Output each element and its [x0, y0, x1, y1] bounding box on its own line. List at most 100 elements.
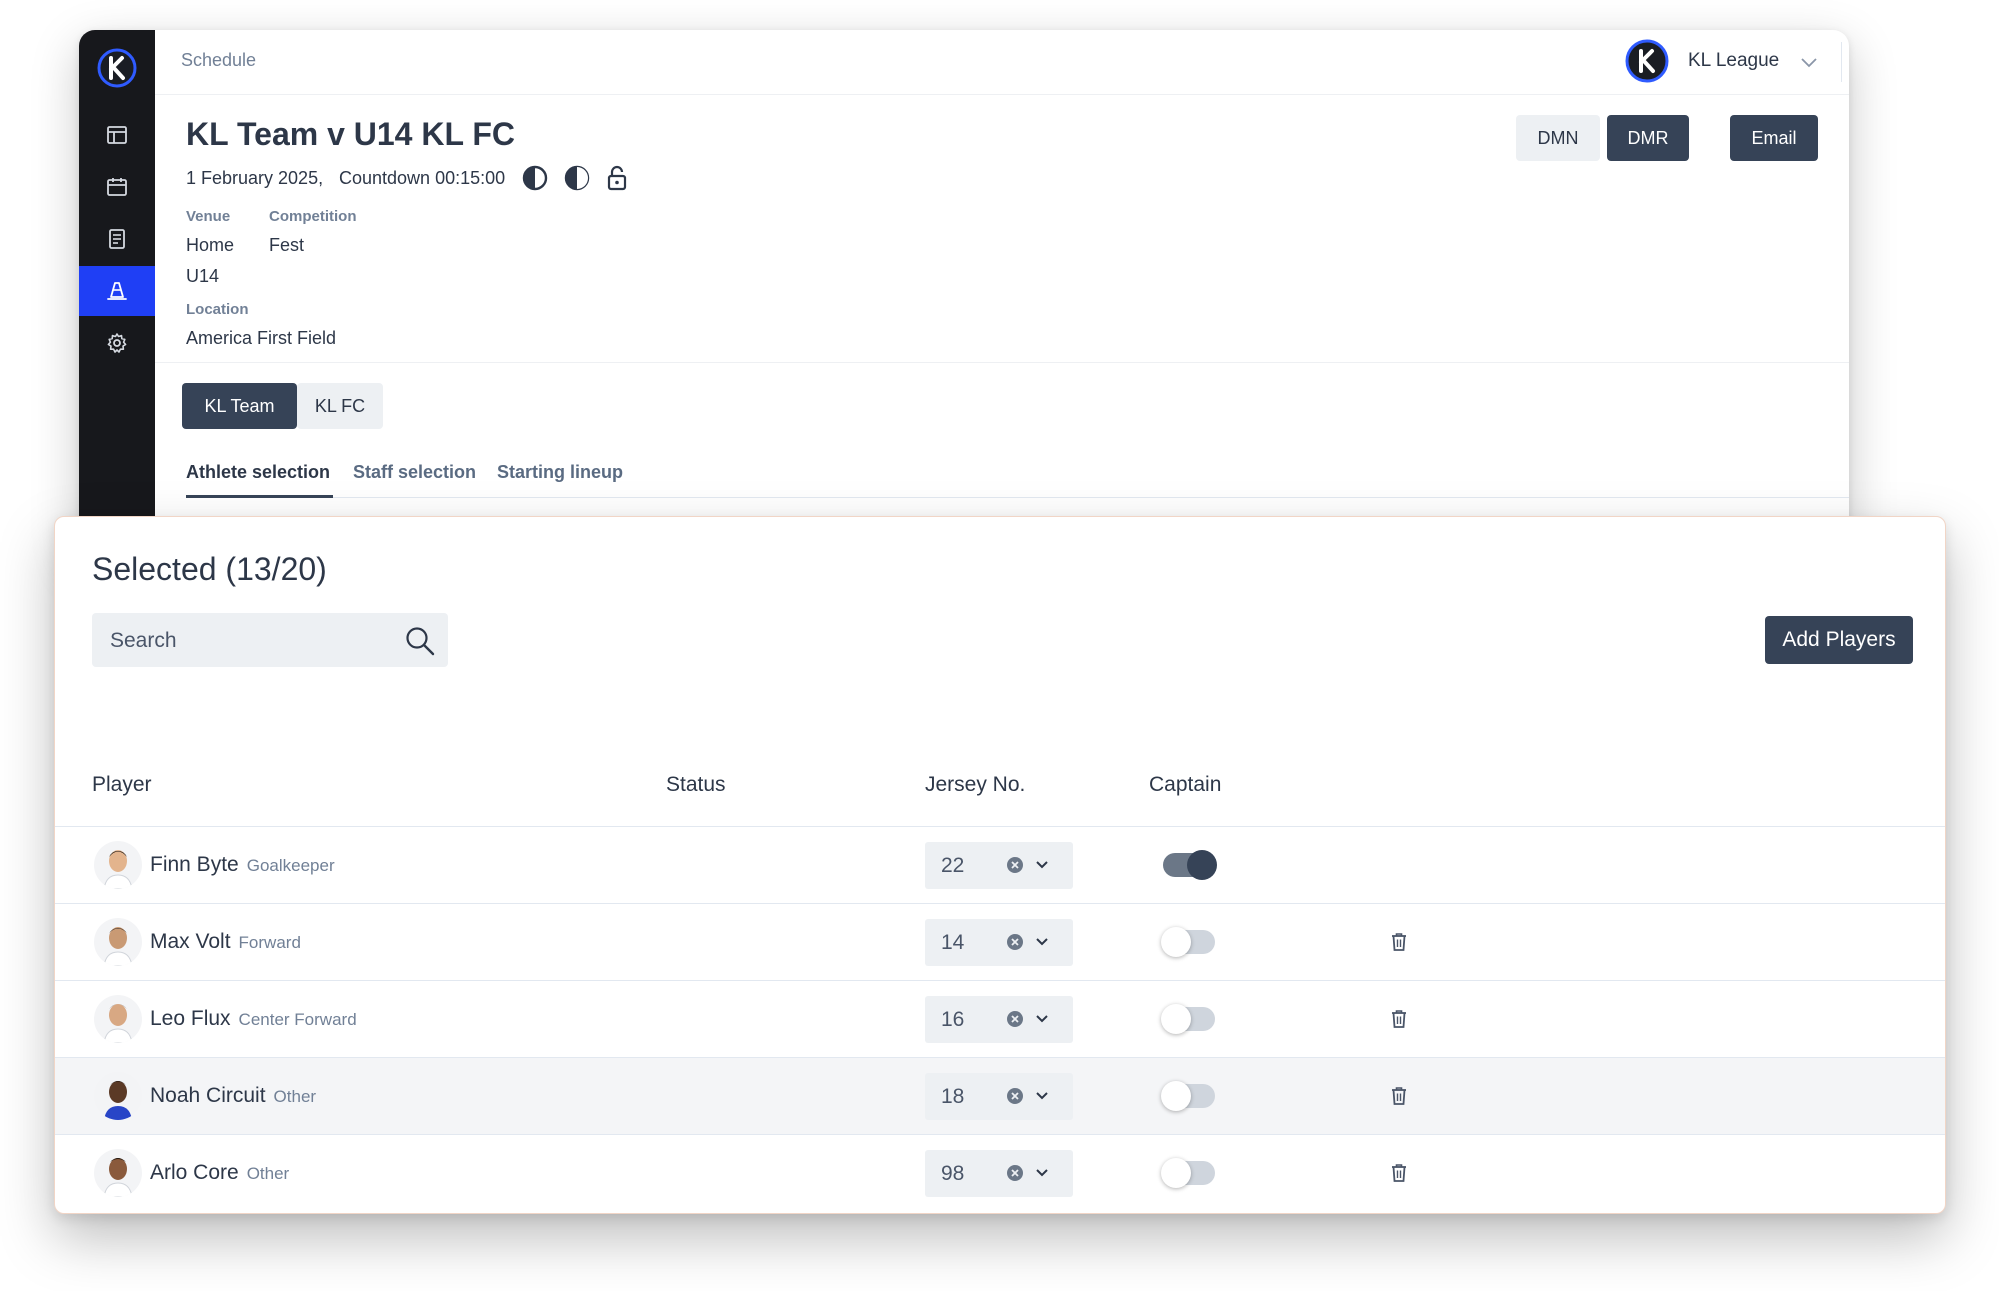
player-position: Center Forward — [238, 1010, 357, 1029]
clear-icon[interactable] — [1005, 932, 1025, 952]
dmn-button[interactable]: DMN — [1516, 115, 1600, 161]
chevron-down-icon[interactable] — [1035, 1013, 1049, 1025]
dashboard-icon — [107, 126, 127, 144]
clear-icon[interactable] — [1005, 1163, 1025, 1183]
player-name-text: Max Volt — [150, 930, 231, 953]
player-name-text: Leo Flux — [150, 1007, 231, 1030]
league-selector[interactable]: KL League — [1688, 50, 1779, 72]
sidebar-item-dashboard[interactable] — [79, 110, 155, 160]
page-title: KL Team v U14 KL FC — [186, 116, 515, 152]
tab-starting-lineup[interactable]: Starting lineup — [497, 462, 623, 483]
column-header-status: Status — [666, 773, 726, 796]
venue-value: Home — [186, 235, 235, 255]
divider — [155, 362, 1849, 363]
player-position: Other — [246, 1164, 290, 1183]
player-position: Other — [273, 1087, 317, 1106]
team-toggle-away[interactable]: KL FC — [297, 383, 383, 429]
competition-label: Competition — [269, 208, 357, 225]
captain-toggle[interactable] — [1161, 1004, 1215, 1034]
player-name-text: Arlo Core — [150, 1161, 239, 1184]
table-row: Noah Circuit Other 18 — [55, 1057, 1945, 1135]
top-bar: Schedule KL League CD — [155, 30, 1849, 95]
player-photo-icon — [104, 1081, 132, 1120]
app-logo-icon[interactable] — [97, 48, 137, 88]
toggle-knob — [1187, 850, 1217, 880]
age-group-value: U14 — [186, 266, 220, 286]
cone-icon — [107, 282, 127, 300]
chevron-down-icon[interactable] — [1035, 1090, 1049, 1102]
gear-icon — [107, 333, 127, 353]
league-logo-icon — [1625, 39, 1669, 83]
table-row: Max Volt Forward 14 — [55, 903, 1945, 981]
sidebar — [79, 30, 155, 555]
jersey-select[interactable]: 16 — [925, 996, 1073, 1043]
player-name[interactable]: Finn Byte Goalkeeper — [150, 853, 335, 877]
jersey-select[interactable]: 98 — [925, 1150, 1073, 1197]
captain-toggle[interactable] — [1161, 927, 1215, 957]
match-countdown: Countdown 00:15:00 — [339, 168, 506, 188]
player-avatar — [94, 918, 142, 966]
search-field[interactable] — [92, 613, 448, 669]
venue-label: Venue — [186, 208, 231, 225]
chevron-down-icon[interactable] — [1035, 1167, 1049, 1179]
jersey-select[interactable]: 18 — [925, 1073, 1073, 1120]
player-avatar — [94, 1149, 142, 1197]
jersey-select[interactable]: 22 — [925, 842, 1073, 889]
trash-icon[interactable] — [1390, 1163, 1408, 1183]
player-name[interactable]: Noah Circuit Other — [150, 1084, 316, 1108]
captain-toggle[interactable] — [1161, 1158, 1215, 1188]
sidebar-item-reports[interactable] — [79, 214, 155, 264]
search-input[interactable] — [108, 613, 392, 669]
clear-icon[interactable] — [1005, 855, 1025, 875]
table-row: Finn Byte Goalkeeper 22 — [55, 826, 1945, 904]
selected-players-card: Selected (13/20) Add Players Player Stat… — [54, 516, 1946, 1214]
sidebar-item-training[interactable] — [79, 266, 155, 316]
column-header-captain: Captain — [1149, 773, 1222, 796]
chevron-down-icon[interactable] — [1035, 859, 1049, 871]
captain-toggle[interactable] — [1161, 1081, 1215, 1111]
dmr-button[interactable]: DMR — [1607, 115, 1689, 161]
add-players-button[interactable]: Add Players — [1765, 616, 1913, 664]
divider — [1841, 42, 1842, 82]
half-circle-icon[interactable] — [521, 164, 549, 192]
player-name[interactable]: Arlo Core Other — [150, 1161, 289, 1185]
player-name[interactable]: Max Volt Forward — [150, 930, 301, 954]
trash-icon[interactable] — [1390, 1086, 1408, 1106]
clear-icon[interactable] — [1005, 1086, 1025, 1106]
team-toggle-home[interactable]: KL Team — [182, 383, 297, 429]
unlock-icon[interactable] — [603, 164, 631, 192]
email-button[interactable]: Email — [1730, 115, 1818, 161]
sidebar-item-calendar[interactable] — [79, 162, 155, 212]
toggle-knob — [1161, 927, 1191, 957]
table-row: Leo Flux Center Forward 16 — [55, 980, 1945, 1058]
match-date: 1 February 2025, — [186, 168, 324, 188]
chevron-down-icon[interactable] — [1800, 54, 1818, 70]
player-photo-icon — [103, 1158, 133, 1197]
toggle-knob — [1161, 1158, 1191, 1188]
jersey-number: 18 — [941, 1085, 965, 1108]
trash-icon[interactable] — [1390, 932, 1408, 952]
jersey-number: 22 — [941, 854, 965, 877]
player-name[interactable]: Leo Flux Center Forward — [150, 1007, 357, 1031]
clear-icon[interactable] — [1005, 1009, 1025, 1029]
breadcrumb[interactable]: Schedule — [181, 50, 256, 71]
jersey-select[interactable]: 14 — [925, 919, 1073, 966]
location-label: Location — [186, 301, 249, 318]
column-header-jersey: Jersey No. — [925, 773, 1026, 796]
player-avatar — [94, 1072, 142, 1120]
half-circle-icon[interactable] — [563, 164, 591, 192]
search-icon[interactable] — [404, 625, 436, 657]
trash-icon[interactable] — [1390, 1009, 1408, 1029]
player-avatar — [94, 841, 142, 889]
toggle-knob — [1161, 1004, 1191, 1034]
competition-value: Fest — [269, 235, 305, 255]
selected-count-title: Selected (13/20) — [92, 551, 327, 587]
player-photo-icon — [103, 1004, 133, 1043]
tab-athlete-selection[interactable]: Athlete selection — [186, 462, 330, 483]
player-avatar — [94, 995, 142, 1043]
sidebar-item-settings[interactable] — [79, 318, 155, 368]
tab-staff-selection[interactable]: Staff selection — [353, 462, 476, 483]
chevron-down-icon[interactable] — [1035, 936, 1049, 948]
captain-toggle[interactable] — [1163, 850, 1217, 880]
player-photo-icon — [103, 927, 133, 966]
